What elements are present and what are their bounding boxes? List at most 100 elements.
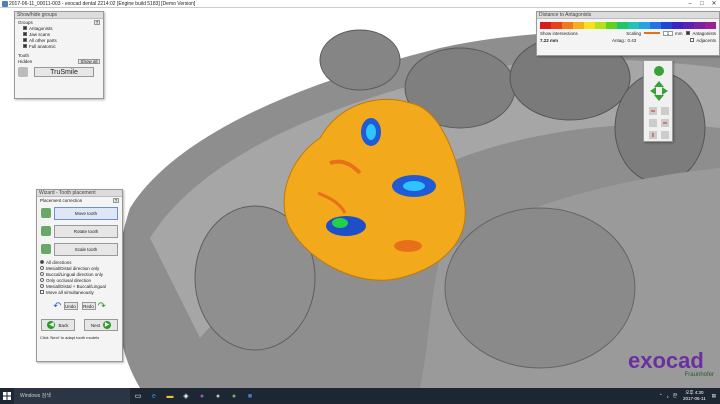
show-hide-panel-title: Show/hide groups	[15, 12, 103, 19]
next-label: Next	[90, 322, 101, 328]
view-back-icon[interactable]	[661, 107, 669, 115]
arrow-left-icon[interactable]	[650, 87, 656, 95]
placement-correction-header: Placement correction ?	[37, 197, 122, 203]
radio[interactable]	[40, 260, 44, 264]
store-icon[interactable]: ◈	[178, 388, 194, 404]
distance-panel: Distance to Antagonists Show intersectio…	[536, 11, 720, 56]
radio-label: Mesial/Distal + Buccal/Lingual	[46, 283, 106, 289]
radio[interactable]	[40, 266, 44, 270]
minimize-button[interactable]: –	[684, 0, 696, 8]
group-label: All other parts	[29, 37, 57, 43]
task-view-icon[interactable]: ▭	[130, 388, 146, 404]
distance-value: 7.22 mm	[540, 37, 559, 43]
view-left-icon[interactable]	[649, 119, 657, 127]
redo-button[interactable]: Redo	[81, 302, 96, 310]
radio[interactable]	[40, 278, 44, 282]
adjacents-checkbox[interactable]	[690, 38, 695, 42]
tooth-thumbnail-icon	[18, 67, 28, 77]
undo-icon[interactable]: ↶	[53, 301, 61, 312]
move-all-checkbox[interactable]	[40, 290, 44, 294]
exocad-taskbar-icon[interactable]: ■	[242, 388, 258, 404]
scaling-label: Scaling	[626, 30, 641, 36]
clock[interactable]: 오후 4:30 2017-06-11	[683, 390, 706, 402]
wizard-hint: Click 'Next' to adapt tooth models	[40, 334, 100, 340]
app-icon[interactable]: ●	[210, 388, 226, 404]
move-tooth-button[interactable]: Move tooth	[54, 206, 118, 220]
radio-label: All directions	[46, 259, 72, 265]
window-title: 2017-06-11_00011-003 - exocad dental 221…	[9, 1, 196, 7]
edge-browser-icon[interactable]: e	[146, 388, 162, 404]
radio[interactable]	[40, 272, 44, 276]
app-icon[interactable]: ●	[194, 388, 210, 404]
checkbox[interactable]	[23, 44, 27, 48]
windows-start-button[interactable]	[0, 388, 14, 404]
clock-date: 2017-06-11	[683, 396, 706, 401]
scale-tooth-button[interactable]: Scale tooth	[54, 242, 118, 256]
arrow-up-icon[interactable]	[654, 81, 664, 87]
show-hide-panel: Show/hide groups Groups ? Antagonists Ja…	[14, 11, 104, 99]
antagonists-checkbox[interactable]	[686, 31, 691, 35]
undo-button[interactable]: Undo	[63, 302, 78, 310]
back-label: Back	[58, 322, 69, 328]
clock-time: 4:30	[694, 390, 704, 395]
arrow-right-icon[interactable]	[662, 87, 668, 95]
exocad-app-icon	[2, 1, 8, 7]
radio-label: Only occlusal direction	[46, 277, 92, 283]
radio-label: Mesial/Distal direction only	[46, 265, 100, 271]
clock-ampm: 오후	[685, 390, 694, 395]
system-tray: ⌃ ♪ 한 오후 4:30 2017-06-11 ▤	[659, 388, 716, 404]
group-label: Full anatomic	[29, 43, 56, 49]
file-explorer-icon[interactable]: ▬	[162, 388, 178, 404]
checkbox[interactable]	[23, 38, 27, 42]
volume-icon[interactable]: ♪	[667, 394, 669, 399]
view-bottom-icon[interactable]	[661, 131, 669, 139]
next-arrow-icon: ▶	[103, 321, 112, 329]
scaling-input[interactable]: 1	[662, 30, 673, 36]
distance-panel-title: Distance to Antagonists	[537, 12, 719, 19]
scaling-slider[interactable]	[643, 32, 660, 34]
back-button[interactable]: ◀ Back	[41, 319, 75, 331]
brand-row: TruSmile	[15, 66, 103, 78]
radio[interactable]	[40, 284, 44, 288]
help-button[interactable]: ?	[94, 19, 100, 25]
exocad-logo-text: exocad	[628, 348, 704, 373]
move-all-row[interactable]: Move all simultaneously	[37, 289, 122, 295]
groups-label: Groups	[18, 19, 33, 25]
maximize-button[interactable]: □	[696, 0, 708, 8]
radio-label: Buccal/Lingual direction only	[46, 271, 104, 277]
section-label: Placement correction	[40, 197, 83, 203]
input-language[interactable]: 한	[673, 393, 677, 399]
rotate-tooth-button[interactable]: Rotate tooth	[54, 224, 118, 238]
distance-values-row: 7.22 mm Antag.: 0.43 Adjacents	[537, 37, 719, 43]
wizard-panel: Wizard - Tooth placement Placement corre…	[36, 189, 123, 362]
wizard-title: Wizard - Tooth placement	[37, 190, 122, 197]
nav-buttons-row: ◀ Back Next ▶	[41, 319, 118, 332]
move-all-label: Move all simultaneously	[46, 289, 94, 295]
group-label: Jaw scans	[29, 31, 51, 37]
next-button[interactable]: Next ▶	[84, 319, 118, 331]
redo-icon[interactable]: ↷	[98, 301, 106, 312]
app-icon[interactable]: ●	[226, 388, 242, 404]
wizard-help-button[interactable]: ?	[113, 197, 119, 203]
move-tooth-icon	[41, 208, 51, 218]
exocad-logo: exocad Fraunhofer	[628, 350, 718, 386]
show-all-button[interactable]: Show all	[78, 58, 100, 64]
rotate-tooth-row: Rotate tooth	[41, 223, 118, 239]
trusmile-button[interactable]: TruSmile	[34, 67, 94, 77]
checkbox[interactable]	[23, 32, 27, 36]
window-title-bar: 2017-06-11_00011-003 - exocad dental 221…	[0, 0, 720, 8]
3d-viewport[interactable]: Show/hide groups Groups ? Antagonists Ja…	[0, 8, 720, 388]
view-navigation-panel	[643, 60, 673, 142]
notifications-icon[interactable]: ▤	[712, 393, 716, 399]
taskbar-search-input[interactable]: Windows 검색	[14, 388, 130, 404]
arrow-down-icon[interactable]	[654, 95, 664, 101]
close-button[interactable]: ✕	[708, 0, 720, 8]
scale-tooth-row: Scale tooth	[41, 241, 118, 257]
windows-icon	[3, 392, 11, 400]
rotate-icon[interactable]	[654, 66, 664, 76]
adjacents-label: Adjacents	[696, 37, 716, 43]
checkbox[interactable]	[23, 26, 27, 30]
group-item[interactable]: Full anatomic	[15, 43, 103, 49]
chevron-up-icon[interactable]: ⌃	[659, 393, 663, 399]
unit-label: mm	[674, 30, 683, 36]
